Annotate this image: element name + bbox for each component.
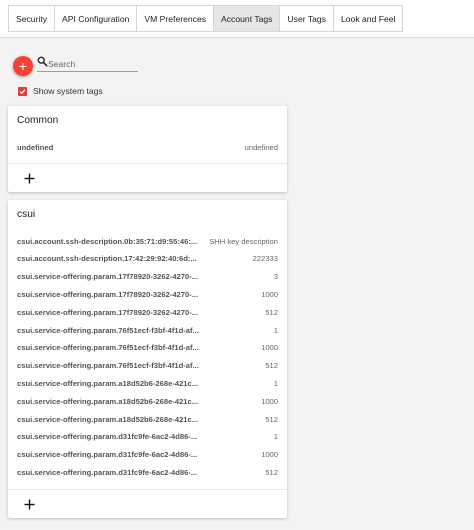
tag-key: csui.service-offering.param.a18d52b6-268… [17,396,199,406]
checkmark-icon [19,88,26,94]
tag-key: csui.service-offering.param.d31fc9fe-6ac… [17,450,198,460]
tag-key: undefined [17,142,54,152]
tab-api-configuration[interactable]: API Configuration [55,6,138,31]
tag-key: csui.account.ssh-description.17:42:29:92… [17,254,197,264]
tab-user-tags[interactable]: User Tags [280,6,334,31]
settings-tabs: Security API Configuration VM Preferences A… [8,5,404,32]
add-tag-button[interactable]: + [13,56,33,76]
tag-group-title: csui [17,209,36,220]
tag-key: csui.service-offering.param.a18d52b6-268… [17,414,199,424]
tag-value: 512 [265,467,278,477]
plus-icon: + [18,58,28,74]
tag-row[interactable]: csui.service-offering.param.a18d52b6-268… [17,395,278,407]
tag-key: csui.service-offering.param.d31fc9fe-6ac… [17,432,198,442]
tag-value: undefined [244,142,278,152]
tab-security[interactable]: Security [9,6,56,31]
tag-key: csui.account.ssh-description.0b:35:71:d9… [17,236,198,246]
tag-key: csui.service-offering.param.d31fc9fe-6ac… [17,467,198,477]
tag-row[interactable]: csui.service-offering.param.a18d52b6-268… [17,413,278,425]
card-divider [8,163,287,164]
tag-value: 512 [265,361,278,371]
tag-row[interactable]: csui.account.ssh-description.0b:35:71:d9… [17,235,278,247]
search-field[interactable] [37,56,138,72]
tag-value: SHH key description [209,236,278,246]
tag-row[interactable]: csui.service-offering.param.76f51ecf-f3b… [17,360,278,372]
tag-row[interactable]: csui.service-offering.param.76f51ecf-f3b… [17,342,278,354]
tag-value: 1 [273,325,278,335]
plus-icon [24,499,34,509]
tag-row[interactable]: csui.service-offering.param.a18d52b6-268… [17,377,278,389]
tag-row[interactable]: csui.service-offering.param.76f51ecf-f3b… [17,324,278,336]
add-tag-to-group-button[interactable] [22,171,36,185]
tag-value: 1000 [261,343,278,353]
tag-row[interactable]: csui.service-offering.param.17f78920-326… [17,306,278,318]
tag-key: csui.service-offering.param.76f51ecf-f3b… [17,361,199,371]
tag-key: csui.service-offering.param.76f51ecf-f3b… [17,343,199,353]
tag-value: 1000 [261,396,278,406]
tag-row[interactable]: csui.service-offering.param.17f78920-326… [17,271,278,283]
tag-row[interactable]: csui.account.ssh-description.17:42:29:92… [17,253,278,265]
tab-vm-preferences[interactable]: VM Preferences [137,6,215,31]
tab-look-and-feel[interactable]: Look and Feel [334,6,402,31]
add-tag-to-group-button[interactable] [22,497,36,511]
search-icon [37,56,48,67]
show-system-tags-label: Show system tags [33,86,103,96]
tag-value: 512 [265,307,278,317]
tag-key: csui.service-offering.param.17f78920-326… [17,289,199,299]
tag-key: csui.service-offering.param.17f78920-326… [17,272,199,282]
tag-value: 222333 [252,254,278,264]
tag-group-card: csui csui.account.ssh-description.0b:35:7… [8,200,287,518]
tag-row[interactable]: csui.service-offering.param.d31fc9fe-6ac… [17,449,278,461]
tag-key: csui.service-offering.param.a18d52b6-268… [17,378,199,388]
settings-tab-bar: Security API Configuration VM Preferences A… [0,0,474,38]
card-divider [8,489,287,490]
tag-value: 1 [273,432,278,442]
tag-group-title: Common [17,115,59,126]
tag-row[interactable]: csui.service-offering.param.d31fc9fe-6ac… [17,431,278,443]
plus-icon [24,173,34,183]
tag-row[interactable]: csui.service-offering.param.17f78920-326… [17,288,278,300]
tag-value: 1 [273,378,278,388]
tag-value: 512 [265,414,278,424]
tag-row[interactable]: csui.service-offering.param.d31fc9fe-6ac… [17,466,278,478]
tab-account-tags[interactable]: Account Tags [214,6,281,31]
tag-group-card: Common undefined undefined [8,106,287,192]
show-system-tags-checkbox[interactable] [18,86,27,96]
tag-value: 1000 [261,450,278,460]
tag-key: csui.service-offering.param.17f78920-326… [17,307,199,317]
search-input[interactable] [48,57,136,70]
tag-row[interactable]: undefined undefined [17,141,278,153]
tag-value: 3 [273,272,278,282]
show-system-tags-toggle[interactable]: Show system tags [18,85,103,97]
tag-key: csui.service-offering.param.76f51ecf-f3b… [17,325,199,335]
tag-value: 1000 [261,289,278,299]
